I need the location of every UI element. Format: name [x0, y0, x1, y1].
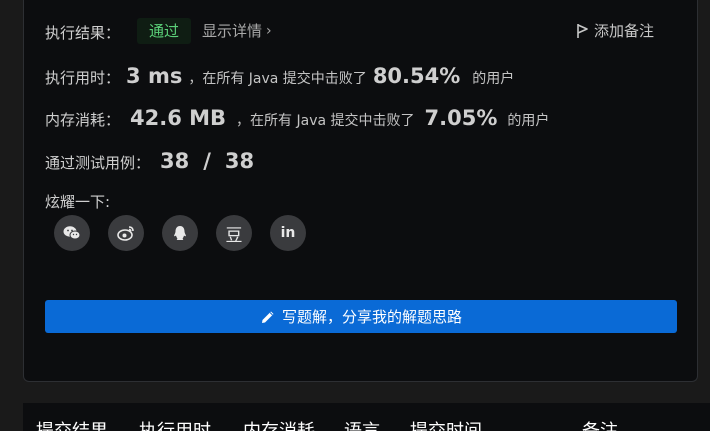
share-buttons: 豆 in [54, 215, 306, 251]
memory-label: 内存消耗： [45, 111, 121, 129]
pencil-icon [261, 311, 274, 323]
qq-icon [174, 226, 186, 240]
douban-icon: 豆 [225, 225, 243, 246]
runtime-text-after: 的用户 [472, 71, 515, 87]
memory-text-before: ，在所有 Java 提交中击败了 [236, 113, 415, 129]
result-row: 执行结果： [45, 22, 120, 43]
tests-passed: 38 [160, 149, 190, 173]
add-note-button[interactable]: 添加备注 [576, 20, 654, 41]
write-solution-label: 写题解，分享我的解题思路 [281, 308, 462, 326]
tests-row: 通过测试用例： 38 / 38 [45, 149, 264, 173]
share-linkedin-button[interactable]: in [270, 215, 306, 251]
column-header-submit-time[interactable]: 提交时间 [410, 417, 482, 431]
runtime-row: 执行用时： 3 ms ，在所有 Java 提交中击败了 80.54% 的用户 [45, 64, 514, 88]
column-header-language[interactable]: 语言 [344, 417, 380, 431]
show-details-link[interactable]: 显示详情 › [202, 20, 272, 41]
share-label-row: 炫耀一下: [45, 191, 110, 212]
flag-icon [577, 23, 588, 38]
result-label: 执行结果： [45, 24, 121, 42]
tests-label: 通过测试用例： [45, 154, 151, 172]
tests-total: 38 [224, 149, 255, 173]
linkedin-icon: in [280, 225, 296, 241]
share-weibo-button[interactable] [108, 215, 144, 251]
share-douban-button[interactable]: 豆 [216, 215, 252, 251]
submission-result-card: 执行结果： 通过 显示详情 › 添加备注 执行用时： 3 ms ，在所有 Jav… [23, 0, 698, 382]
tests-separator: / [203, 149, 211, 173]
show-details-label: 显示详情 [202, 22, 263, 40]
wechat-icon [63, 226, 81, 240]
runtime-percent: 80.54% [372, 64, 461, 88]
runtime-value: 3 ms [126, 64, 183, 88]
write-solution-button[interactable]: 写题解，分享我的解题思路 [45, 300, 677, 333]
memory-value: 42.6 MB [130, 106, 227, 130]
memory-row: 内存消耗： 42.6 MB ，在所有 Java 提交中击败了 7.05% 的用户 [45, 106, 549, 130]
memory-percent: 7.05% [424, 106, 498, 130]
memory-text-after: 的用户 [507, 113, 550, 129]
chevron-right-icon: › [266, 22, 272, 39]
weibo-icon [117, 226, 134, 241]
column-header-runtime[interactable]: 执行用时 [139, 417, 211, 431]
column-header-notes[interactable]: 备注 [582, 417, 618, 431]
share-wechat-button[interactable] [54, 215, 90, 251]
column-header-result[interactable]: 提交结果 [36, 417, 108, 431]
add-note-label: 添加备注 [594, 22, 655, 40]
share-qq-button[interactable] [162, 215, 198, 251]
runtime-label: 执行用时： [45, 69, 121, 87]
status-badge: 通过 [137, 18, 192, 44]
runtime-text-before: ，在所有 Java 提交中击败了 [188, 71, 367, 87]
column-header-memory[interactable]: 内存消耗 [243, 417, 315, 431]
submissions-table-header: 提交结果 执行用时 内存消耗 语言 提交时间 备注 [23, 403, 710, 431]
share-label: 炫耀一下: [45, 193, 111, 211]
